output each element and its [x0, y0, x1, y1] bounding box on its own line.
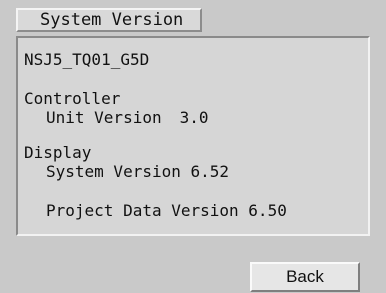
controller-heading: Controller	[24, 89, 121, 108]
display-system-version: System Version 6.52	[46, 162, 229, 182]
system-version-value: 6.52	[190, 162, 230, 181]
controller-unit-version: Unit Version 3.0	[46, 108, 209, 128]
system-version-screen: System Version NSJ5_TQ01_G5D Controller …	[0, 0, 386, 293]
unit-version-value: 3.0	[179, 108, 209, 127]
model-name: NSJ5_TQ01_G5D	[24, 50, 150, 69]
display-project-data-version: Project Data Version 6.50	[46, 201, 287, 221]
title-tab-label: System Version	[40, 10, 184, 30]
unit-version-label: Unit Version	[46, 108, 162, 127]
version-info-panel: NSJ5_TQ01_G5D Controller Unit Version 3.0…	[16, 36, 370, 236]
back-button-label: Back	[286, 267, 324, 286]
project-version-label: Project Data Version	[46, 201, 239, 220]
display-heading: Display	[24, 143, 92, 162]
title-tab: System Version	[16, 8, 202, 32]
project-version-value: 6.50	[248, 201, 287, 220]
system-version-label: System Version	[46, 162, 181, 181]
back-button[interactable]: Back	[250, 262, 360, 292]
